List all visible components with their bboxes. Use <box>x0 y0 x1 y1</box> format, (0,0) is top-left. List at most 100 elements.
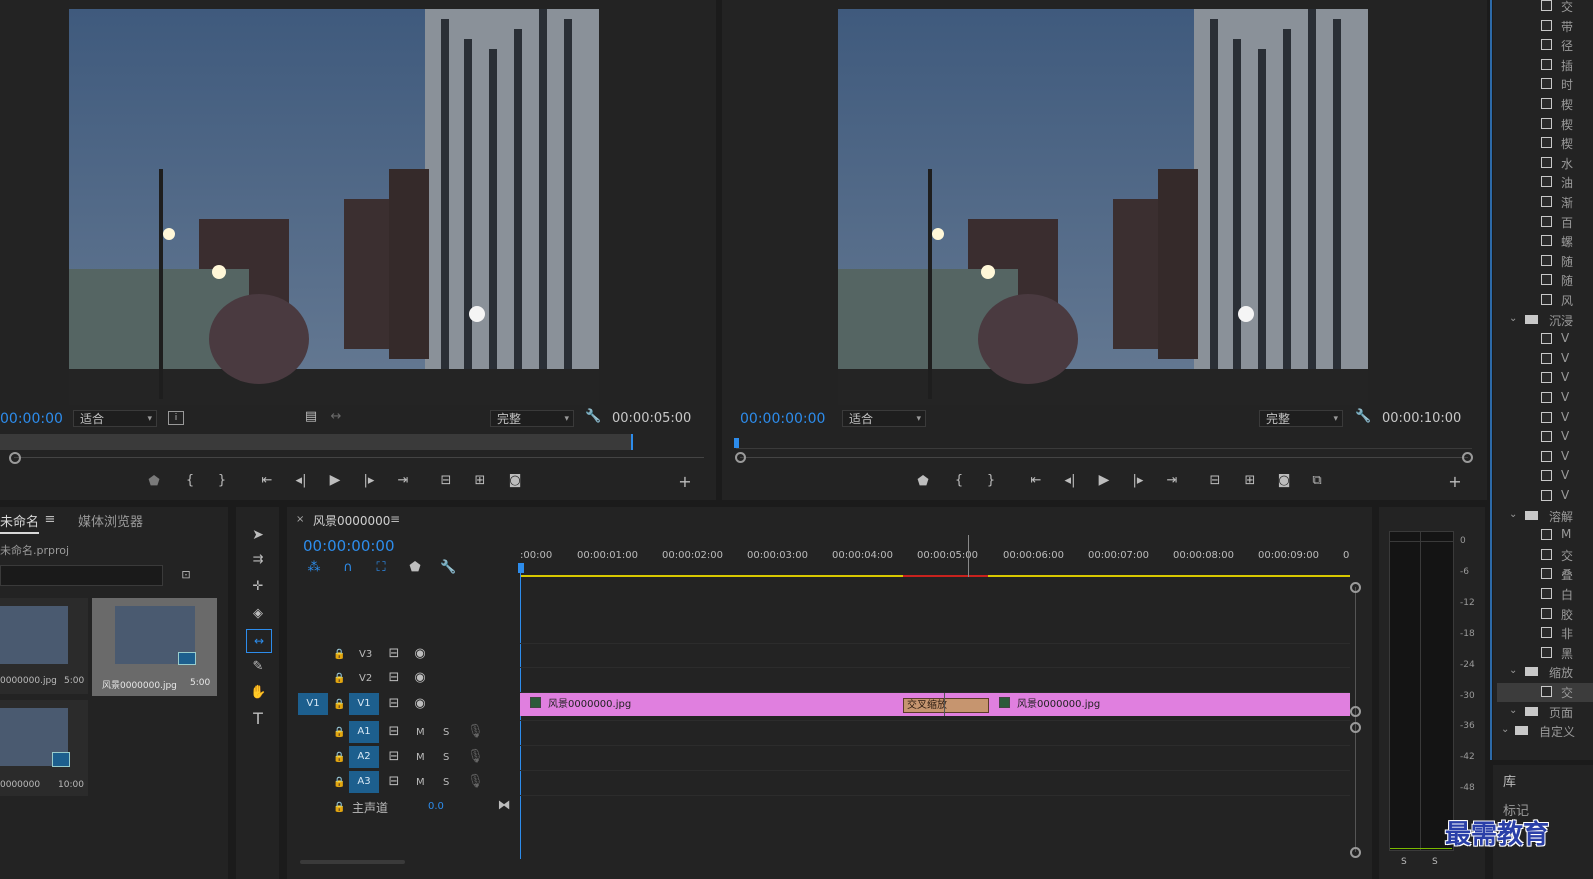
effects-item[interactable]: 楔 <box>1497 134 1593 153</box>
solo-button[interactable]: S <box>443 752 449 763</box>
effects-item[interactable]: 黑 <box>1497 644 1593 663</box>
camera-icon[interactable]: ◙ <box>1275 474 1293 488</box>
source-timecode[interactable]: 00:00:00 <box>0 411 63 427</box>
timeline-hscroll[interactable] <box>300 860 405 864</box>
program-zoom-handle-right[interactable] <box>1462 452 1473 463</box>
program-zoom-bar[interactable] <box>740 457 1468 458</box>
timeline-vscroll[interactable] <box>1355 587 1356 852</box>
source-zoom-handle[interactable] <box>9 452 21 464</box>
effects-item[interactable]: V <box>1497 487 1593 506</box>
microphone-icon[interactable]: 🎙 <box>467 750 484 764</box>
source-fit-dropdown[interactable]: 适合 ▾ <box>73 410 157 427</box>
program-fit-dropdown[interactable]: 适合 ▾ <box>842 410 926 427</box>
program-time-ruler[interactable] <box>736 448 1472 449</box>
step-forward-icon[interactable]: |▸ <box>1129 474 1147 488</box>
wrench-icon[interactable]: 🔧 <box>585 410 601 424</box>
track-master[interactable]: 🔒 主声道 0.0 ⧓ <box>287 796 517 820</box>
lift-icon[interactable]: ⊟ <box>1205 474 1225 488</box>
track-a2[interactable]: 🔒 A2 ⊟ M S 🎙 <box>287 746 517 770</box>
camera-icon[interactable]: ◙ <box>506 474 524 488</box>
effects-item[interactable]: 插 <box>1497 56 1593 75</box>
chevron-down-icon[interactable]: ⌄ <box>1509 509 1517 520</box>
add-marker-icon[interactable]: ⬟ <box>407 561 423 575</box>
selection-tool-icon[interactable]: ➤ <box>250 528 266 542</box>
razor-tool-icon[interactable]: ◈ <box>250 607 266 621</box>
effects-item[interactable]: 交 <box>1497 546 1593 565</box>
mark-in-icon[interactable]: { <box>952 474 966 488</box>
program-zoom-handle-left[interactable] <box>735 452 746 463</box>
effects-item[interactable]: 叠 <box>1497 565 1593 584</box>
settings-small-icon[interactable]: i <box>168 411 184 425</box>
track-target-v1[interactable]: V1 <box>349 693 379 715</box>
linked-selection-icon[interactable]: ⛶ <box>373 561 389 575</box>
effects-item[interactable]: 时 <box>1497 75 1593 94</box>
sync-lock-icon[interactable]: ⊟ <box>387 775 401 789</box>
effects-item[interactable]: 油 <box>1497 173 1593 192</box>
source-zoom-bar[interactable] <box>14 457 704 458</box>
project-item[interactable]: 0000000 10:00 <box>0 700 88 796</box>
eye-icon[interactable]: ◉ <box>413 671 427 685</box>
go-to-out-icon[interactable]: ⇥ <box>394 474 412 488</box>
microphone-icon[interactable]: 🎙 <box>467 775 484 789</box>
panel-menu-icon[interactable]: ≡ <box>44 513 56 527</box>
effects-item[interactable]: 随 <box>1497 271 1593 290</box>
sync-lock-icon[interactable]: ⊟ <box>387 725 401 739</box>
track-target-a3[interactable]: A3 <box>349 771 379 793</box>
effects-item[interactable]: V <box>1497 330 1593 349</box>
sync-lock-icon[interactable]: ⊟ <box>387 750 401 764</box>
transition-cross-zoom[interactable]: 交叉缩放 <box>903 698 989 713</box>
effects-item[interactable]: V <box>1497 350 1593 369</box>
extract-icon[interactable]: ⊞ <box>1240 474 1260 488</box>
effects-folder[interactable]: ⌄ 溶解 <box>1497 507 1593 526</box>
tab-project[interactable]: 未命名 <box>0 511 40 534</box>
project-item-selected[interactable]: 风景0000000.jpg 5:00 <box>92 598 217 696</box>
track-v2[interactable]: 🔒 V2 ⊟ ◉ <box>287 667 517 691</box>
panel-menu-icon[interactable]: ≡ <box>390 512 400 526</box>
drag-audio-icon[interactable]: ↔ <box>328 410 344 424</box>
tab-libraries[interactable]: 库 <box>1503 771 1516 790</box>
scroll-handle[interactable] <box>1350 722 1361 733</box>
effects-item[interactable]: V <box>1497 428 1593 447</box>
source-time-ruler[interactable] <box>0 434 632 450</box>
effects-item[interactable]: 带 <box>1497 17 1593 36</box>
effects-item[interactable]: 楔 <box>1497 115 1593 134</box>
project-search-input[interactable] <box>0 565 163 586</box>
effects-item[interactable]: 白 <box>1497 585 1593 604</box>
track-v1[interactable]: V1 🔒 V1 ⊟ ◉ <box>287 693 517 717</box>
effects-item[interactable]: 非 <box>1497 624 1593 643</box>
program-quality-dropdown[interactable]: 完整 ▾ <box>1259 410 1343 427</box>
step-forward-icon[interactable]: |▸ <box>360 474 378 488</box>
eye-icon[interactable]: ◉ <box>413 647 427 661</box>
effects-item[interactable]: 螺 <box>1497 232 1593 251</box>
chevron-down-icon[interactable]: ⌄ <box>1509 705 1517 716</box>
snap-icon[interactable]: ∩ <box>340 561 356 575</box>
step-back-icon[interactable]: ◂| <box>292 474 310 488</box>
go-to-out-icon[interactable]: ⇥ <box>1163 474 1181 488</box>
effects-item[interactable]: 径 <box>1497 36 1593 55</box>
go-to-in-icon[interactable]: ⇤ <box>258 474 276 488</box>
track-target-a1[interactable]: A1 <box>349 721 379 743</box>
mute-button[interactable]: M <box>416 727 425 738</box>
sync-lock-icon[interactable]: ⊟ <box>387 697 401 711</box>
meter-solo-left[interactable]: S <box>1401 857 1407 867</box>
slip-tool-icon[interactable]: ↔ <box>246 629 272 653</box>
track-a3[interactable]: 🔒 A3 ⊟ M S 🎙 <box>287 771 517 795</box>
effects-item[interactable]: 百 <box>1497 213 1593 232</box>
effects-item[interactable]: 胶 <box>1497 605 1593 624</box>
sync-lock-icon[interactable]: ⊟ <box>387 671 401 685</box>
effects-item[interactable]: V <box>1497 369 1593 388</box>
meter-solo-right[interactable]: S <box>1432 857 1438 867</box>
chevron-down-icon[interactable]: ⌄ <box>1509 665 1517 676</box>
mute-button[interactable]: M <box>416 752 425 763</box>
add-button-icon[interactable]: + <box>677 474 693 490</box>
effects-item[interactable]: 交 <box>1497 683 1593 702</box>
lock-icon[interactable]: 🔒 <box>333 648 345 662</box>
timeline-settings-icon[interactable]: 🔧 <box>440 561 456 575</box>
play-icon[interactable]: ▶ <box>1095 473 1113 487</box>
mark-out-icon[interactable]: } <box>215 474 229 488</box>
timeline-timecode[interactable]: 00:00:00:00 <box>303 537 395 555</box>
lock-icon[interactable]: 🔒 <box>333 751 345 765</box>
chevron-down-icon[interactable]: ⌄ <box>1509 313 1517 324</box>
mark-out-icon[interactable]: } <box>984 474 998 488</box>
effects-folder[interactable]: ⌄ 自定义 <box>1497 722 1593 741</box>
